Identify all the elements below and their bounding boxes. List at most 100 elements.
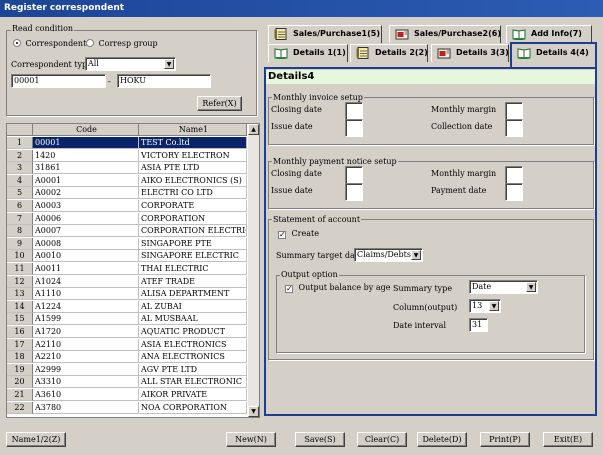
code-cell[interactable]: A1110 [33, 288, 139, 301]
row-number-cell[interactable]: 3 [7, 162, 33, 175]
name-cell[interactable]: THAI ELECTRIC [139, 263, 247, 275]
table-row[interactable]: 16 A1720 AQUATIC PRODUCT [7, 326, 247, 338]
row-number-cell[interactable]: 16 [7, 326, 33, 338]
code-cell[interactable]: A1224 [33, 300, 139, 313]
name-cell[interactable]: ATEF TRADE [139, 275, 247, 288]
row-number-cell[interactable]: 8 [7, 225, 33, 238]
tab-sales-purchase1[interactable]: Sales/Purchase1(5) [268, 25, 382, 43]
row-number-cell[interactable]: 6 [7, 200, 33, 212]
table-row[interactable]: 20 A3310 ALL STAR ELECTRONIC [7, 376, 247, 389]
tab-details3[interactable]: Details 3(3) [431, 44, 509, 62]
code-cell[interactable]: 00001 [33, 137, 139, 149]
code-cell[interactable]: A0007 [33, 225, 139, 238]
table-row[interactable]: 15 A1599 AL MUSBAAL [7, 313, 247, 326]
name-cell[interactable]: VICTORY ELECTRON [139, 149, 247, 162]
invoice-monthly-margin-input[interactable] [505, 102, 523, 120]
row-number-cell[interactable]: 17 [7, 338, 33, 351]
name-cell[interactable]: ELECTRI CO LTD [139, 187, 247, 200]
payment-issue-date-input[interactable] [345, 183, 363, 201]
summary-type-select[interactable]: Date ▼ [469, 280, 538, 294]
code-cell[interactable]: A0010 [33, 250, 139, 263]
name-cell[interactable]: CORPORATION [139, 212, 247, 225]
scroll-up-icon[interactable]: ▲ [248, 124, 259, 135]
name-cell[interactable]: AQUATIC PRODUCT [139, 326, 247, 338]
row-number-cell[interactable]: 14 [7, 300, 33, 313]
chevron-down-icon[interactable]: ▼ [489, 301, 499, 311]
radio-corresp-group[interactable]: Corresp group [86, 39, 158, 49]
code-cell[interactable]: A0001 [33, 174, 139, 187]
radio-corresp-group-dot[interactable] [86, 39, 94, 47]
column-output-select[interactable]: 13 ▼ [469, 299, 501, 313]
name-cell[interactable]: AL MUSBAAL [139, 313, 247, 326]
output-balance-checkbox[interactable]: ✓ Output balance by age [285, 283, 390, 294]
code-cell[interactable]: A1024 [33, 275, 139, 288]
code-cell[interactable]: A1720 [33, 326, 139, 338]
radio-correspondent-dot[interactable] [13, 39, 21, 47]
code-cell[interactable]: A0006 [33, 212, 139, 225]
row-number-cell[interactable]: 20 [7, 376, 33, 389]
refer-button[interactable]: Refer(X) [197, 96, 242, 111]
print-button[interactable]: Print(P) [480, 432, 530, 447]
name-cell[interactable]: AGV PTE LTD [139, 363, 247, 376]
code-cell[interactable]: A2999 [33, 363, 139, 376]
table-row[interactable]: 14 A1224 AL ZUBAI [7, 300, 247, 313]
row-number-cell[interactable]: 4 [7, 174, 33, 187]
name-cell[interactable]: ASIA PTE LTD [139, 162, 247, 175]
table-row[interactable]: 17 A2110 ASIA ELECTRONICS [7, 338, 247, 351]
summary-target-select[interactable]: Claims/Debts ▼ [354, 248, 423, 262]
code-cell[interactable]: A3610 [33, 389, 139, 401]
table-row[interactable]: 11 A0011 THAI ELECTRIC [7, 263, 247, 275]
chevron-down-icon[interactable]: ▼ [164, 59, 174, 69]
code-input[interactable]: 00001 [11, 74, 106, 88]
name12-button[interactable]: Name1/2(Z) [6, 432, 66, 447]
row-number-cell[interactable]: 21 [7, 389, 33, 401]
name-cell[interactable]: AIKO ELECTRONICS (S) [139, 174, 247, 187]
output-balance-checkbox-box[interactable]: ✓ [285, 285, 293, 293]
code-cell[interactable]: 1420 [33, 149, 139, 162]
name-cell[interactable]: TEST Co.ltd [139, 137, 247, 149]
row-number-cell[interactable]: 9 [7, 237, 33, 250]
save-button[interactable]: Save(S) [295, 432, 345, 447]
code-cell[interactable]: A0008 [33, 237, 139, 250]
table-row[interactable]: 9 A0008 SINGAPORE PTE [7, 237, 247, 250]
tab-add-info[interactable]: Add Info(7) [506, 25, 592, 43]
correspondent-type-select[interactable]: All ▼ [85, 57, 176, 71]
payment-closing-date-input[interactable] [345, 166, 363, 184]
name-cell[interactable]: SINGAPORE PTE [139, 237, 247, 250]
table-row[interactable]: 2 1420 VICTORY ELECTRON [7, 149, 247, 162]
name-cell[interactable]: SINGAPORE ELECTRIC [139, 250, 247, 263]
tab-sales-purchase2[interactable]: Sales/Purchase2(6) [389, 25, 501, 43]
name-cell[interactable]: ALL STAR ELECTRONIC [139, 376, 247, 389]
table-row[interactable]: 6 A0003 CORPORATE [7, 200, 247, 212]
name-cell[interactable]: CORPORATE [139, 200, 247, 212]
create-checkbox-box[interactable]: ✓ [278, 231, 286, 239]
row-number-cell[interactable]: 18 [7, 351, 33, 364]
row-number-cell[interactable]: 12 [7, 275, 33, 288]
name-cell[interactable]: AIKOR PRIVATE [139, 389, 247, 401]
name-cell[interactable]: ASIA ELECTRONICS [139, 338, 247, 351]
scroll-down-icon[interactable]: ▼ [248, 406, 259, 417]
name-cell[interactable]: ALISA DEPARTMENT [139, 288, 247, 301]
invoice-collection-date-input[interactable] [505, 119, 523, 137]
payment-monthly-margin-input[interactable] [505, 166, 523, 184]
table-row[interactable]: 21 A3610 AIKOR PRIVATE [7, 389, 247, 401]
name-cell[interactable]: NOA CORPORATION [139, 401, 247, 414]
table-row[interactable]: 8 A0007 CORPORATION ELECTRIC [7, 225, 247, 238]
code-cell[interactable]: 31861 [33, 162, 139, 175]
code-cell[interactable]: A3780 [33, 401, 139, 414]
row-number-cell[interactable]: 2 [7, 149, 33, 162]
row-number-cell[interactable]: 5 [7, 187, 33, 200]
table-row[interactable]: 10 A0010 SINGAPORE ELECTRIC [7, 250, 247, 263]
tab-details2[interactable]: Details 2(2) [350, 44, 428, 62]
grid-col-code[interactable]: Code [33, 124, 139, 136]
code-cell[interactable]: A2110 [33, 338, 139, 351]
table-row[interactable]: 22 A3780 NOA CORPORATION [7, 401, 247, 414]
delete-button[interactable]: Delete(D) [417, 432, 467, 447]
chevron-down-icon[interactable]: ▼ [411, 250, 421, 260]
name-input[interactable]: HOKU [117, 74, 211, 88]
name-cell[interactable]: ANA ELECTRONICS [139, 351, 247, 364]
invoice-closing-date-input[interactable] [345, 102, 363, 120]
code-cell[interactable]: A1599 [33, 313, 139, 326]
correspondent-grid[interactable]: Code Name1 1 00001 TEST Co.ltd 2 1420 VICTORY… [6, 123, 260, 418]
row-number-cell[interactable]: 11 [7, 263, 33, 275]
